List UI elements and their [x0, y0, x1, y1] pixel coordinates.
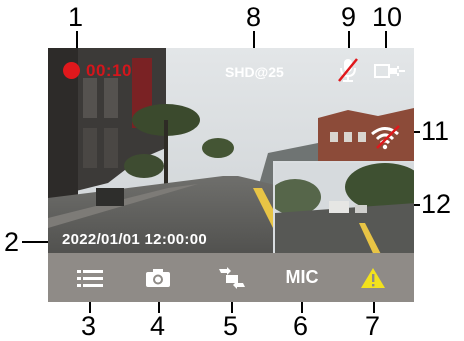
- callout-2: 2: [4, 227, 20, 257]
- callout-1: 1: [68, 2, 84, 32]
- recording-time: 00:10: [86, 61, 132, 80]
- callout-8: 8: [246, 2, 262, 32]
- date-time-stamp: 2022/01/01 12:00:00: [62, 231, 207, 248]
- camera-switch-button[interactable]: [210, 253, 254, 302]
- pip-view: [275, 163, 414, 260]
- dashcam-screen: 00:10 SHD@25 2022/01/01 12:00:00 MIC: [48, 48, 414, 302]
- mic-label: MIC: [285, 267, 319, 287]
- menu-button[interactable]: [70, 253, 110, 302]
- rotate-swap-icon: [219, 266, 245, 289]
- pip-rear-camera: [273, 161, 414, 260]
- snapshot-button[interactable]: [138, 253, 178, 302]
- resolution-indicator: SHD@25: [225, 64, 284, 80]
- wifi-off-icon: [371, 125, 400, 150]
- callout-10: 10: [372, 2, 403, 32]
- camera-icon: [146, 268, 170, 287]
- mic-button[interactable]: MIC: [280, 253, 324, 302]
- callout-12: 12: [421, 189, 452, 219]
- mic-muted-icon: [338, 58, 358, 82]
- record-dot-icon: [63, 62, 80, 79]
- power-plug-icon: [374, 64, 405, 78]
- bottom-menu-bar: MIC: [48, 253, 414, 302]
- callout-9: 9: [341, 2, 357, 32]
- menu-list-icon: [77, 269, 103, 287]
- emergency-button[interactable]: [353, 253, 393, 302]
- callout-11: 11: [421, 116, 450, 146]
- warning-icon: [361, 267, 385, 288]
